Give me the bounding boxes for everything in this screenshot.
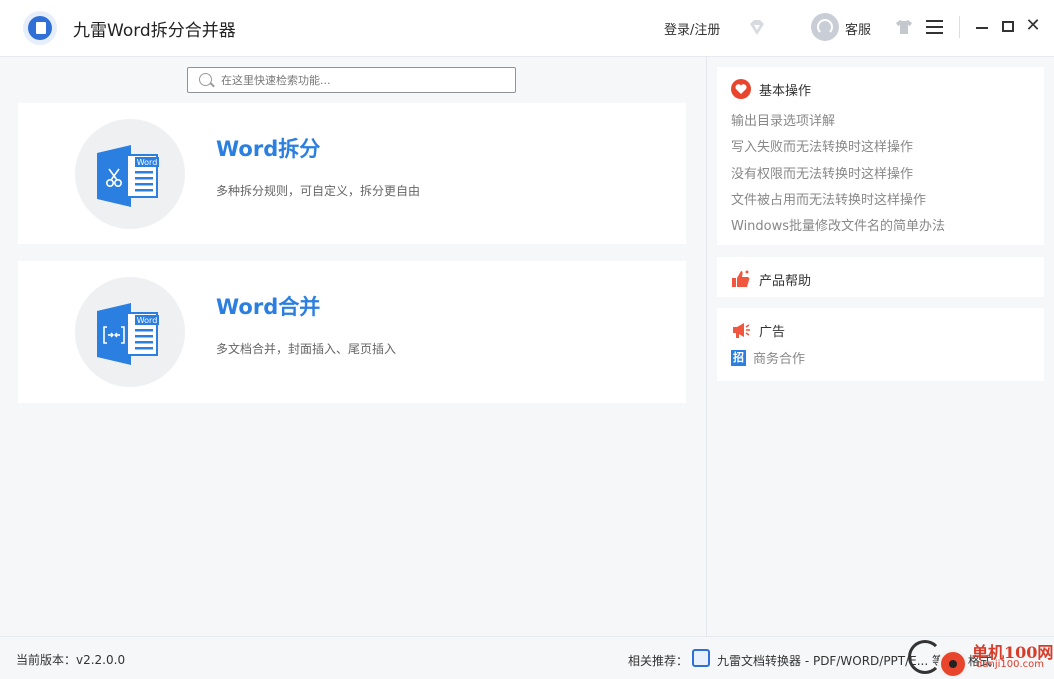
- help-link[interactable]: 没有权限而无法转换时这样操作: [731, 165, 945, 191]
- search-box[interactable]: [187, 67, 516, 93]
- word-split-description: 多种拆分规则，可自定义，拆分更自由: [216, 184, 421, 198]
- search-icon: [199, 73, 212, 86]
- help-link[interactable]: 输出目录选项详解: [731, 112, 945, 138]
- title-bar: 九雷Word拆分合并器 登录/注册 客服 ✕: [0, 0, 1054, 57]
- customer-service-label[interactable]: 客服: [845, 19, 871, 38]
- word-merge-icon-circle: Word: [75, 277, 185, 387]
- word-split-icon: Word: [97, 145, 159, 207]
- minimize-button[interactable]: [976, 27, 988, 29]
- basic-operations-links: 输出目录选项详解 写入失败而无法转换时这样操作 没有权限而无法转换时这样操作 文…: [731, 112, 945, 243]
- heart-icon: [731, 79, 751, 99]
- doc-converter-icon[interactable]: [692, 649, 710, 667]
- business-cooperation-label[interactable]: 商务合作: [753, 348, 805, 367]
- ad-title: 广告: [759, 324, 786, 340]
- word-split-card[interactable]: Word Word拆分 多种拆分规则，可自定义，拆分更自由: [18, 103, 686, 244]
- basic-operations-panel: 基本操作 输出目录选项详解 写入失败而无法转换时这样操作 没有权限而无法转换时这…: [717, 67, 1044, 245]
- recommendation-label: 相关推荐：: [628, 654, 689, 668]
- panel-divider: [706, 57, 707, 636]
- login-register-link[interactable]: 登录/注册: [664, 19, 720, 38]
- thumbs-up-icon: [732, 270, 750, 287]
- svg-text:Word: Word: [137, 316, 158, 325]
- search-input[interactable]: [221, 71, 506, 89]
- word-split-icon-circle: Word: [75, 119, 185, 229]
- close-button[interactable]: ✕: [1023, 16, 1043, 36]
- skin-shirt-icon[interactable]: [895, 18, 913, 36]
- business-cooperation-link[interactable]: 招 商务合作: [731, 348, 805, 367]
- ad-panel: 广告 招 商务合作: [717, 308, 1044, 381]
- word-merge-title[interactable]: Word合并: [216, 291, 320, 321]
- titlebar-divider: [959, 16, 960, 38]
- app-logo: [23, 11, 57, 45]
- watermark-sub: danji100.com: [976, 659, 1044, 670]
- maximize-button[interactable]: [1002, 21, 1014, 32]
- status-bar: 当前版本：v2.2.0.0 相关推荐： 九雷文档转换器 - PDF/WORD/P…: [0, 636, 1054, 679]
- word-merge-icon: Word: [97, 303, 159, 365]
- basic-operations-title: 基本操作: [759, 83, 812, 99]
- word-split-title[interactable]: Word拆分: [216, 133, 320, 163]
- word-merge-card[interactable]: Word Word合并 多文档合并，封面插入、尾页插入: [18, 261, 686, 403]
- product-help-title[interactable]: 产品帮助: [759, 270, 811, 289]
- product-help-panel[interactable]: 产品帮助: [717, 257, 1044, 297]
- svg-text:Word: Word: [137, 158, 158, 167]
- recruit-badge-icon: 招: [731, 349, 746, 366]
- vip-diamond-icon[interactable]: [746, 17, 768, 39]
- app-title: 九雷Word拆分合并器: [73, 21, 236, 41]
- help-link[interactable]: 写入失败而无法转换时这样操作: [731, 138, 945, 164]
- megaphone-icon: [733, 323, 750, 338]
- version-label: 当前版本：v2.2.0.0: [16, 653, 126, 667]
- word-merge-description: 多文档合并，封面插入、尾页插入: [216, 342, 397, 356]
- help-link[interactable]: Windows批量修改文件名的简单办法: [731, 217, 945, 243]
- watermark-logo: 单机100网 danji100.com: [906, 637, 1054, 679]
- help-link[interactable]: 文件被占用而无法转换时这样操作: [731, 191, 945, 217]
- service-avatar-icon[interactable]: [811, 13, 839, 41]
- menu-icon[interactable]: [926, 20, 943, 34]
